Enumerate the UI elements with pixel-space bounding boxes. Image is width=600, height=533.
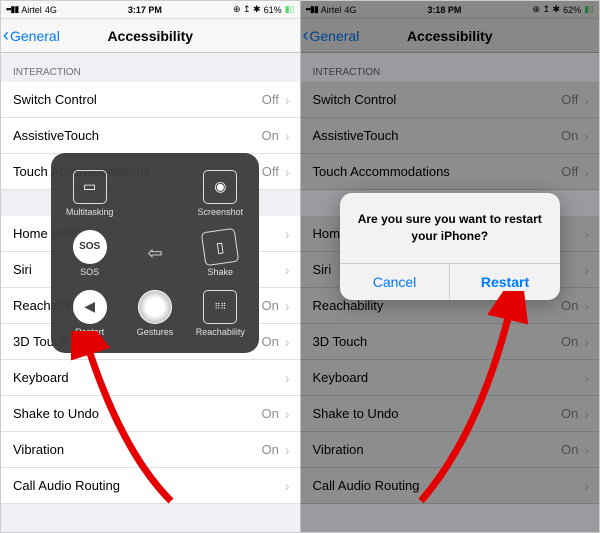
at-empty [124,165,185,221]
row-assistivetouch[interactable]: AssistiveTouchOn› [1,118,300,154]
alarm-icon: ⊕ ↥ ✱ [233,4,261,15]
sos-icon: SOS [73,230,107,264]
at-sos[interactable]: SOSSOS [59,225,120,281]
restart-icon: ◀ [73,290,107,324]
row-switch-control[interactable]: Switch ControlOff› [1,82,300,118]
phone-right: ▪▪▮▮ Airtel 4G 3:18 PM ⊕ ↥ ✱ 62% ▮▯ ‹ Ge… [301,1,600,532]
at-shake[interactable]: ▯Shake [190,225,251,281]
phone-left: ▪▪▮▮ Airtel 4G 3:17 PM ⊕ ↥ ✱ 61% ▮▯ ‹ Ge… [1,1,301,532]
row-vibration[interactable]: VibrationOn› [1,432,300,468]
assistivetouch-menu: ▭Multitasking ◉Screenshot SOSSOS ⇦ ▯Shak… [51,153,259,353]
back-label: General [10,28,60,44]
battery-icon: ▮▯ [285,4,295,15]
gestures-icon [138,290,172,324]
signal-icon: ▪▪▮▮ [6,4,18,15]
row-call-audio-routing[interactable]: Call Audio Routing› [1,468,300,504]
chevron-right-icon: › [285,92,290,108]
back-button[interactable]: ‹ General [3,25,60,46]
status-time: 3:17 PM [128,5,162,15]
multitasking-icon: ▭ [73,170,107,204]
at-reachability[interactable]: ⠿⠿Reachability [190,285,251,341]
row-keyboard[interactable]: Keyboard› [1,360,300,396]
at-gestures[interactable]: Gestures [124,285,185,341]
alert-backdrop: Are you sure you want to restart your iP… [301,1,600,532]
chevron-left-icon: ‹ [3,25,9,46]
at-multitasking[interactable]: ▭Multitasking [59,165,120,221]
row-shake-to-undo[interactable]: Shake to UndoOn› [1,396,300,432]
carrier: Airtel [21,5,42,15]
reachability-icon: ⠿⠿ [203,290,237,324]
restart-button[interactable]: Restart [450,264,560,300]
at-screenshot[interactable]: ◉Screenshot [190,165,251,221]
back-arrow-icon: ⇦ [147,243,162,264]
screenshot-icon: ◉ [203,170,237,204]
battery-pct: 61% [264,5,282,15]
section-header: INTERACTION [1,53,300,82]
restart-alert: Are you sure you want to restart your iP… [340,193,560,300]
cancel-button[interactable]: Cancel [340,264,451,300]
nav-bar: ‹ General Accessibility [1,19,300,53]
status-bar: ▪▪▮▮ Airtel 4G 3:17 PM ⊕ ↥ ✱ 61% ▮▯ [1,1,300,19]
at-restart[interactable]: ◀Restart [59,285,120,341]
network: 4G [45,5,57,15]
at-back[interactable]: ⇦ [124,225,185,281]
alert-message: Are you sure you want to restart your iP… [340,193,560,263]
shake-icon: ▯ [201,227,239,265]
